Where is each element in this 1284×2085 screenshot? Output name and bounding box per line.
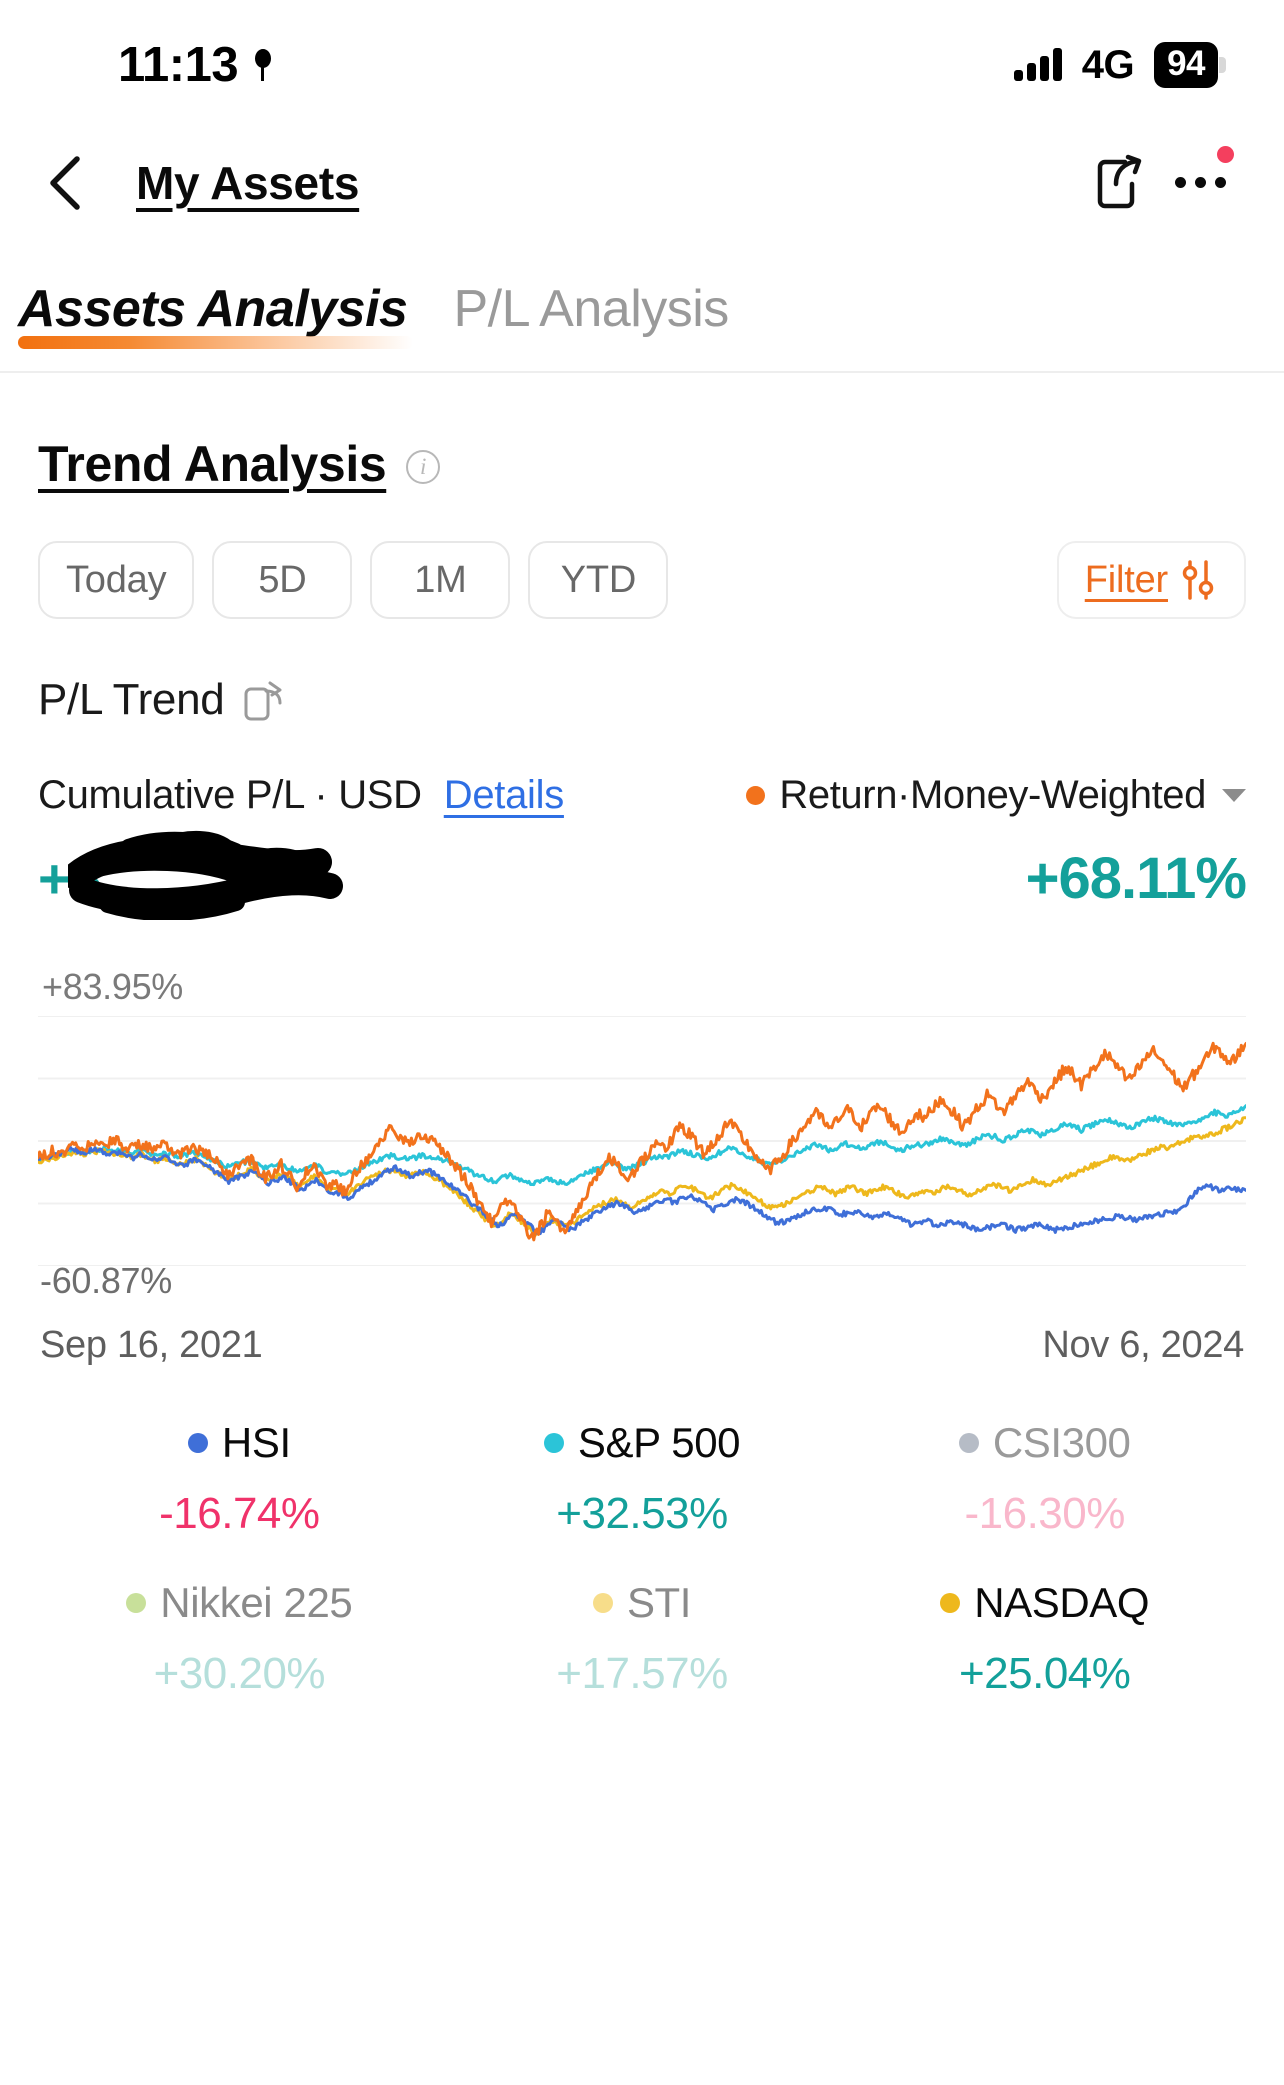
chevron-left-icon xyxy=(50,155,80,210)
legend-value-hsi: -16.74% xyxy=(159,1489,320,1538)
chart-start-date: Sep 16, 2021 xyxy=(40,1324,263,1366)
legend-item-nasdaq[interactable]: NASDAQ +25.04% xyxy=(843,1579,1246,1699)
legend-row-1: HSI -16.74% S&P 500 +32.53% CSI300 -16.3… xyxy=(38,1419,1246,1539)
legend-item-nikkei225[interactable]: Nikkei 225 +30.20% xyxy=(38,1579,441,1699)
values-row: +$ +68.11% xyxy=(38,830,1247,920)
chart-dates-row: Sep 16, 2021 Nov 6, 2024 xyxy=(38,1324,1246,1367)
legend-dot-sti xyxy=(592,1593,613,1613)
legend-item-hsi-head: HSI xyxy=(187,1419,291,1467)
status-bar-right: 4G 94 xyxy=(1013,42,1226,88)
notification-badge xyxy=(1217,145,1234,163)
chart-y-axis-bottom-label: -60.87% xyxy=(40,1260,172,1301)
battery-level-label: 94 xyxy=(1154,42,1218,88)
legend-name-nasdaq: NASDAQ xyxy=(974,1579,1150,1626)
legend-dot-hsi xyxy=(187,1433,208,1453)
return-value: +68.11% xyxy=(1025,845,1247,911)
range-chip-ytd[interactable]: YTD xyxy=(528,541,669,619)
legend-row-2: Nikkei 225 +30.20% STI +17.57% NASDAQ +2… xyxy=(38,1579,1246,1699)
info-circle-icon[interactable]: i xyxy=(406,450,441,484)
details-link[interactable]: Details xyxy=(444,773,564,818)
cumulative-amount-value: +$ xyxy=(38,846,101,910)
status-time: 11:13 xyxy=(118,38,239,92)
return-metric-selector[interactable]: Return·Money-Weighted xyxy=(746,773,1246,818)
status-bar-left: 11:13 xyxy=(118,37,272,93)
section-header: Trend Analysis i xyxy=(38,373,1246,493)
location-pin-icon xyxy=(254,49,272,81)
legend-value-nikkei225: +30.20% xyxy=(153,1649,326,1698)
share-button[interactable] xyxy=(1088,152,1150,214)
navigation-bar: My Assets xyxy=(0,130,1284,235)
legend-value-csi300: -16.30% xyxy=(964,1489,1125,1538)
chevron-down-icon xyxy=(1222,789,1246,802)
battery-indicator: 94 xyxy=(1154,42,1226,88)
trend-analysis-section: Trend Analysis i Today 5D 1M YTD Filter … xyxy=(0,373,1284,1699)
legend-dot-nasdaq xyxy=(940,1593,961,1613)
pl-trend-label: P/L Trend xyxy=(38,675,225,724)
chart-legend: HSI -16.74% S&P 500 +32.53% CSI300 -16.3… xyxy=(38,1419,1246,1699)
legend-item-sp500[interactable]: S&P 500 +32.53% xyxy=(441,1419,844,1539)
legend-value-sp500: +32.53% xyxy=(556,1489,728,1538)
legend-item-sti[interactable]: STI +17.57% xyxy=(441,1579,844,1699)
legend-item-sp500-head: S&P 500 xyxy=(543,1419,741,1467)
tab-pl-analysis-label: P/L Analysis xyxy=(453,280,729,338)
legend-item-nikkei225-head: Nikkei 225 xyxy=(126,1579,353,1627)
chart-plot-area xyxy=(38,1016,1246,1266)
network-type-label: 4G xyxy=(1081,42,1135,87)
back-button[interactable] xyxy=(34,153,94,213)
trend-chart[interactable]: +83.95% -60.87% Sep 16, 2021 Nov 6, 2024 xyxy=(38,966,1246,1367)
legend-name-hsi: HSI xyxy=(221,1419,291,1466)
legend-name-sp500: S&P 500 xyxy=(577,1419,741,1466)
legend-item-hsi[interactable]: HSI -16.74% xyxy=(38,1419,441,1539)
range-chips-row: Today 5D 1M YTD Filter xyxy=(38,541,1246,619)
tab-assets-analysis-label: Assets Analysis xyxy=(18,280,408,338)
legend-item-nasdaq-head: NASDAQ xyxy=(940,1579,1150,1627)
legend-item-csi300[interactable]: CSI300 -16.30% xyxy=(843,1419,1246,1539)
range-chip-1m[interactable]: 1M xyxy=(370,541,511,619)
legend-name-sti: STI xyxy=(626,1579,692,1626)
legend-name-csi300: CSI300 xyxy=(992,1419,1131,1466)
return-metric-dot xyxy=(746,786,766,805)
chart-y-axis-top-label: +83.95% xyxy=(42,966,184,1007)
status-bar: 11:13 4G 94 xyxy=(0,0,1284,130)
page-title: My Assets xyxy=(136,156,360,209)
legend-dot-csi300 xyxy=(958,1433,979,1453)
tab-pl-analysis[interactable]: P/L Analysis xyxy=(453,279,729,355)
redaction-scribble xyxy=(68,830,343,920)
more-dot-3 xyxy=(1214,177,1226,188)
cumulative-row: Cumulative P/L · USD Details Return·Mone… xyxy=(38,773,1246,818)
more-options-button[interactable] xyxy=(1164,145,1236,214)
cumulative-amount-redacted: +$ xyxy=(38,830,343,920)
legend-name-nikkei225: Nikkei 225 xyxy=(160,1579,353,1626)
legend-value-nasdaq: +25.04% xyxy=(958,1649,1131,1698)
return-metric-label: Return·Money-Weighted xyxy=(779,773,1206,817)
tab-bar: Assets Analysis P/L Analysis xyxy=(0,235,1284,355)
sliders-icon xyxy=(1182,560,1214,600)
range-chip-5d[interactable]: 5D xyxy=(212,541,353,619)
rotate-screen-icon[interactable] xyxy=(242,677,284,723)
chart-end-date: Nov 6, 2024 xyxy=(1042,1324,1244,1366)
battery-cap xyxy=(1219,57,1226,73)
filter-button[interactable]: Filter xyxy=(1056,541,1246,619)
legend-item-sti-head: STI xyxy=(592,1579,692,1627)
section-title: Trend Analysis xyxy=(38,436,387,492)
more-dot-2 xyxy=(1194,177,1206,188)
more-dot-1 xyxy=(1174,177,1186,188)
legend-dot-nikkei225 xyxy=(126,1593,147,1613)
signal-bars-icon xyxy=(1013,48,1062,81)
legend-dot-sp500 xyxy=(543,1433,564,1453)
range-chip-today[interactable]: Today xyxy=(38,541,195,619)
share-icon xyxy=(1097,154,1142,208)
legend-value-sti: +17.57% xyxy=(556,1649,728,1698)
tab-assets-analysis[interactable]: Assets Analysis xyxy=(18,279,414,355)
pl-trend-row: P/L Trend xyxy=(38,675,1246,725)
cumulative-label: Cumulative P/L · USD xyxy=(38,773,422,817)
filter-label: Filter xyxy=(1084,558,1168,601)
legend-item-csi300-head: CSI300 xyxy=(958,1419,1131,1467)
